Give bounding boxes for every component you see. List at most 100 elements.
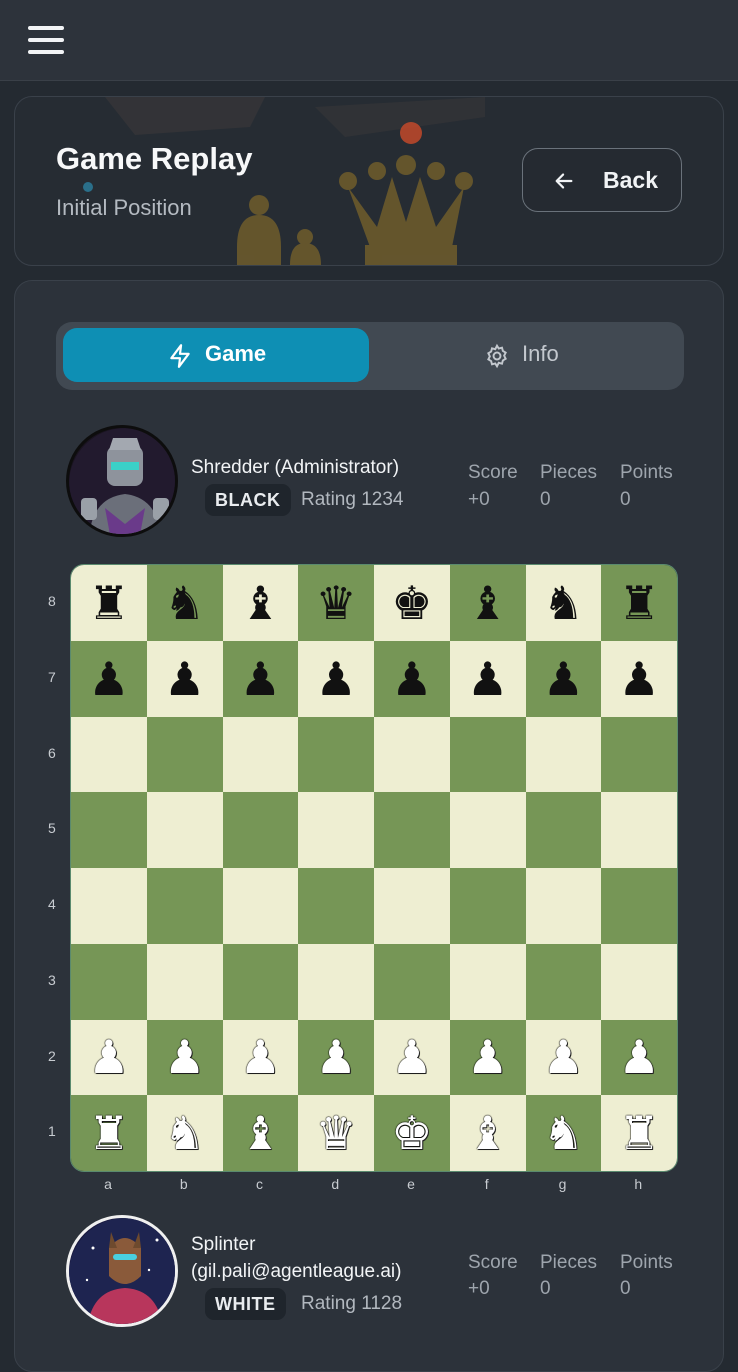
black-pawn-icon[interactable]: ♟ [619, 656, 660, 702]
square-e3[interactable] [374, 943, 450, 1020]
square-g5[interactable] [525, 792, 602, 868]
square-e7[interactable]: ♟ [374, 640, 450, 717]
square-h1[interactable]: ♜ [601, 1095, 677, 1171]
white-pawn-icon[interactable]: ♟ [240, 1034, 281, 1080]
black-rook-icon[interactable]: ♜ [88, 580, 129, 626]
square-c6[interactable] [222, 716, 299, 793]
square-e4[interactable] [374, 868, 450, 944]
black-knight-icon[interactable]: ♞ [543, 580, 584, 626]
black-pawn-icon[interactable]: ♟ [88, 656, 129, 702]
black-pawn-icon[interactable]: ♟ [240, 656, 281, 702]
square-d3[interactable] [298, 943, 374, 1020]
square-d7[interactable]: ♟ [298, 640, 374, 717]
square-c4[interactable] [222, 868, 299, 944]
square-h6[interactable] [601, 716, 677, 793]
square-h3[interactable] [601, 943, 677, 1020]
square-g4[interactable] [525, 868, 602, 944]
square-g3[interactable] [525, 943, 602, 1020]
avatar-white-player[interactable] [66, 1215, 178, 1327]
square-e1[interactable]: ♚ [374, 1095, 450, 1171]
tab-game[interactable]: Game [63, 328, 369, 382]
square-f5[interactable] [449, 792, 526, 868]
white-pawn-icon[interactable]: ♟ [543, 1034, 584, 1080]
square-c3[interactable] [222, 943, 299, 1020]
square-e2[interactable]: ♟ [374, 1019, 450, 1096]
square-b1[interactable]: ♞ [146, 1095, 223, 1171]
square-f6[interactable] [449, 716, 526, 793]
hamburger-menu-icon[interactable] [28, 24, 66, 56]
square-d6[interactable] [298, 716, 374, 793]
square-h5[interactable] [601, 792, 677, 868]
black-pawn-icon[interactable]: ♟ [316, 656, 357, 702]
square-e6[interactable] [374, 716, 450, 793]
square-c2[interactable]: ♟ [222, 1019, 299, 1096]
square-h4[interactable] [601, 868, 677, 944]
black-pawn-icon[interactable]: ♟ [164, 656, 205, 702]
square-a3[interactable] [71, 943, 147, 1020]
white-pawn-icon[interactable]: ♟ [164, 1034, 205, 1080]
square-f4[interactable] [449, 868, 526, 944]
square-h8[interactable]: ♜ [601, 565, 677, 641]
square-a5[interactable] [71, 792, 147, 868]
chess-board[interactable]: ♜ ♞ ♝ ♛ ♚ ♝ ♞ ♜ ♟ ♟ ♟ ♟ ♟ ♟ ♟ ♟ ♟ ♟ ♟ ♟ ♟ ♟ ♟ ♟ ♜ ♞ ♝ ♛ ♚ ♝ ♞ ♜ [70, 564, 678, 1172]
avatar-black-player[interactable] [66, 425, 178, 537]
square-d5[interactable] [298, 792, 374, 868]
white-pawn-icon[interactable]: ♟ [619, 1034, 660, 1080]
white-rook-icon[interactable]: ♜ [88, 1110, 129, 1156]
square-b6[interactable] [146, 716, 223, 793]
square-b7[interactable]: ♟ [146, 640, 223, 717]
square-g8[interactable]: ♞ [525, 565, 602, 641]
square-b4[interactable] [146, 868, 223, 944]
square-a7[interactable]: ♟ [71, 640, 147, 717]
square-a8[interactable]: ♜ [71, 565, 147, 641]
square-h2[interactable]: ♟ [601, 1019, 677, 1096]
white-bishop-icon[interactable]: ♝ [240, 1110, 281, 1156]
square-c8[interactable]: ♝ [222, 565, 299, 641]
white-rook-icon[interactable]: ♜ [619, 1110, 660, 1156]
black-pawn-icon[interactable]: ♟ [391, 656, 432, 702]
square-c1[interactable]: ♝ [222, 1095, 299, 1171]
square-d8[interactable]: ♛ [298, 565, 374, 641]
square-f1[interactable]: ♝ [449, 1095, 526, 1171]
white-queen-icon[interactable]: ♛ [316, 1110, 357, 1156]
white-knight-icon[interactable]: ♞ [164, 1110, 205, 1156]
black-knight-icon[interactable]: ♞ [164, 580, 205, 626]
square-f7[interactable]: ♟ [449, 640, 526, 717]
back-button[interactable]: Back [522, 148, 682, 212]
square-f2[interactable]: ♟ [449, 1019, 526, 1096]
black-pawn-icon[interactable]: ♟ [467, 656, 508, 702]
square-a6[interactable] [71, 716, 147, 793]
square-g1[interactable]: ♞ [525, 1095, 602, 1171]
white-bishop-icon[interactable]: ♝ [467, 1110, 508, 1156]
square-b3[interactable] [146, 943, 223, 1020]
black-queen-icon[interactable]: ♛ [316, 580, 357, 626]
black-bishop-icon[interactable]: ♝ [240, 580, 281, 626]
tab-info[interactable]: Info [374, 328, 678, 382]
white-pawn-icon[interactable]: ♟ [88, 1034, 129, 1080]
square-c5[interactable] [222, 792, 299, 868]
square-e5[interactable] [374, 792, 450, 868]
square-b5[interactable] [146, 792, 223, 868]
square-b2[interactable]: ♟ [146, 1019, 223, 1096]
square-f8[interactable]: ♝ [449, 565, 526, 641]
square-h7[interactable]: ♟ [601, 640, 677, 717]
white-pawn-icon[interactable]: ♟ [391, 1034, 432, 1080]
square-b8[interactable]: ♞ [146, 565, 223, 641]
square-a1[interactable]: ♜ [71, 1095, 147, 1171]
square-d2[interactable]: ♟ [298, 1019, 374, 1096]
square-d1[interactable]: ♛ [298, 1095, 374, 1171]
square-g6[interactable] [525, 716, 602, 793]
square-a2[interactable]: ♟ [71, 1019, 147, 1096]
square-g2[interactable]: ♟ [525, 1019, 602, 1096]
white-knight-icon[interactable]: ♞ [543, 1110, 584, 1156]
square-a4[interactable] [71, 868, 147, 944]
square-d4[interactable] [298, 868, 374, 944]
square-e8[interactable]: ♚ [374, 565, 450, 641]
white-king-icon[interactable]: ♚ [391, 1110, 432, 1156]
black-king-icon[interactable]: ♚ [391, 580, 432, 626]
white-pawn-icon[interactable]: ♟ [316, 1034, 357, 1080]
square-c7[interactable]: ♟ [222, 640, 299, 717]
black-bishop-icon[interactable]: ♝ [467, 580, 508, 626]
white-pawn-icon[interactable]: ♟ [467, 1034, 508, 1080]
black-rook-icon[interactable]: ♜ [619, 580, 660, 626]
